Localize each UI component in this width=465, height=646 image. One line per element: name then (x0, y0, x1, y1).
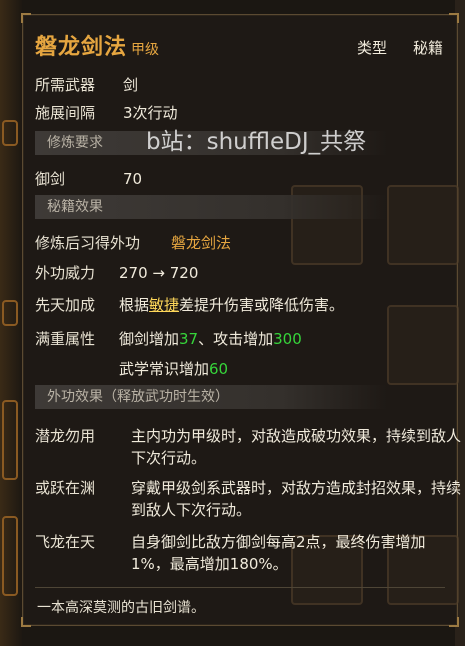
background-left-edge (0, 0, 22, 646)
background-ornament (2, 120, 18, 146)
tooltip-header: 磐龙剑法 甲级 类型 秘籍 (35, 29, 445, 61)
weapon-value: 剑 (123, 76, 139, 94)
full-label: 满重属性 (35, 330, 96, 348)
watermark: b站：shuffleDJ_共祭 (146, 129, 367, 155)
interval-label: 施展间隔 (35, 104, 96, 122)
innate-row: 先天加成 根据敏捷差提升伤害或降低伤害。 (35, 293, 344, 317)
learn-value: 磐龙剑法 (171, 234, 232, 252)
full-line2-a: 武学常识增加 (119, 360, 210, 378)
innate-post: 差提升伤害或降低伤害。 (179, 296, 345, 314)
full-line1-c: 、攻击增加 (198, 330, 274, 348)
sword-label: 御剑 (35, 170, 66, 188)
full-row-2: 武学常识增加 60 (119, 357, 228, 381)
full-line1-b: 37 (179, 330, 199, 348)
full-row: 满重属性 御剑增加 37、攻击增加 300 (35, 327, 302, 351)
full-line2-b: 60 (209, 360, 229, 378)
full-line1-d: 300 (273, 330, 302, 348)
effect-2: 或跃在渊 穿戴甲级剑系武器时，对敌方造成封招效果，持续到敌人下次行动。 (35, 477, 461, 523)
background-item-slot (387, 305, 459, 385)
type-value: 秘籍 (412, 39, 443, 57)
sword-value: 70 (123, 170, 143, 188)
effect-name: 飞龙在天 (35, 533, 96, 551)
background-item-slot (387, 185, 459, 265)
full-line1-a: 御剑增加 (119, 330, 180, 348)
type-label: 类型 (356, 39, 387, 57)
divider (35, 587, 445, 588)
corner-ornament (21, 617, 31, 627)
effect-3: 飞龙在天 自身御剑比敌方御剑每高2点，最终伤害增加1%，最高增加180%。 (35, 531, 461, 577)
section-external-effect: 外功效果（释放武功时生效） (35, 385, 387, 409)
item-title: 磐龙剑法 (35, 35, 128, 60)
innate-label: 先天加成 (35, 296, 96, 314)
learn-label: 修炼后习得外功 (35, 234, 141, 252)
innate-highlight: 敏捷 (149, 296, 180, 314)
power-row: 外功威力 270 → 720 (35, 261, 198, 285)
background-ornament (2, 516, 18, 596)
background-ornament (2, 300, 18, 326)
sword-row: 御剑 70 (35, 167, 142, 191)
effect-desc: 自身御剑比敌方御剑每高2点，最终伤害增加1%，最高增加180%。 (131, 533, 426, 573)
corner-ornament (449, 617, 459, 627)
item-grade: 甲级 (131, 42, 160, 58)
power-label: 外功威力 (35, 264, 96, 282)
item-tooltip: 磐龙剑法 甲级 类型 秘籍 所需武器剑 施展间隔 3次行动 修炼要求 御剑 70 秘籍… (21, 13, 461, 627)
corner-ornament (449, 13, 459, 23)
flavor-text: 一本高深莫测的古旧剑谱。 (37, 600, 205, 616)
weapon-label: 所需武器 (35, 76, 96, 94)
effect-name: 或跃在渊 (35, 479, 96, 497)
effect-name: 潜龙勿用 (35, 427, 96, 445)
section-scroll-effect: 秘籍效果 (35, 195, 387, 219)
power-value: 270 → 720 (119, 264, 199, 282)
weapon-row: 所需武器 剑 (35, 73, 138, 97)
background-ornament (2, 400, 18, 480)
corner-ornament (21, 13, 31, 23)
effect-desc: 穿戴甲级剑系武器时，对敌方造成封招效果，持续到敌人下次行动。 (131, 479, 462, 519)
effect-desc: 主内功为甲级时，对敌造成破功效果，持续到敌人下次行动。 (131, 427, 462, 467)
learn-row: 修炼后习得外功 磐龙剑法 (35, 231, 231, 255)
effect-1: 潜龙勿用 主内功为甲级时，对敌造成破功效果，持续到敌人下次行动。 (35, 425, 461, 471)
innate-pre: 根据 (119, 296, 150, 314)
